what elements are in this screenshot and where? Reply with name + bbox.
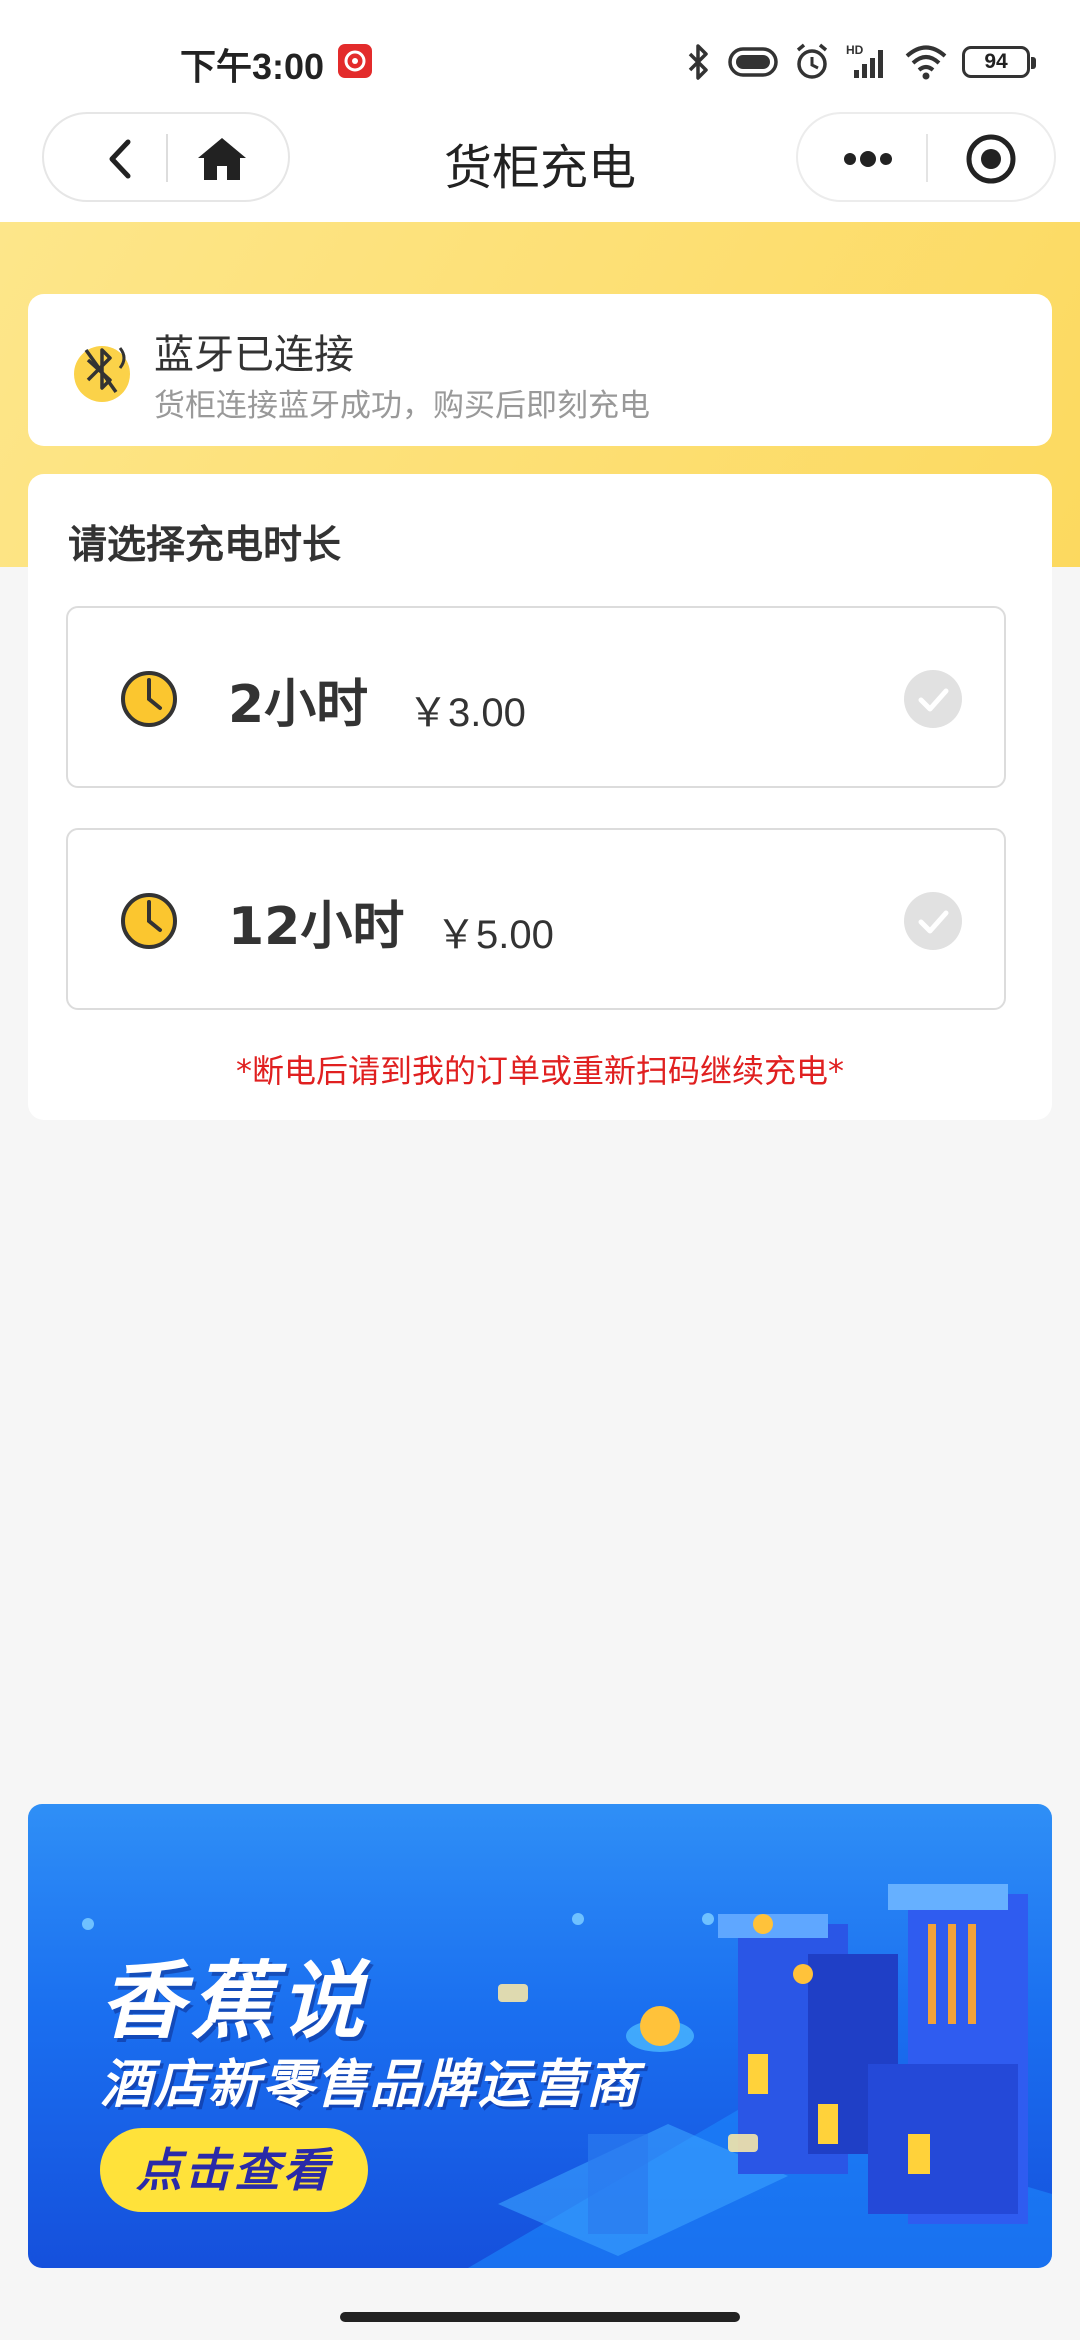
toggle-icon bbox=[728, 47, 778, 77]
more-button[interactable] bbox=[828, 134, 908, 184]
target-icon bbox=[966, 134, 1016, 184]
status-bar: 下午3:00 HD 94 bbox=[0, 0, 1080, 118]
check-icon bbox=[904, 670, 962, 728]
bluetooth-icon bbox=[688, 44, 708, 80]
duration-option-2h[interactable]: 2小时 ￥3.00 bbox=[66, 606, 1006, 788]
check-icon bbox=[904, 892, 962, 950]
option-price: ￥5.00 bbox=[436, 913, 554, 957]
option-price: ￥3.00 bbox=[408, 691, 526, 735]
status-icons: HD 94 bbox=[684, 40, 1036, 84]
wifi-icon bbox=[905, 45, 947, 80]
charge-duration-card: 请选择充电时长 2小时 ￥3.00 12小时 ￥5.00 *断电后请到我的订单或… bbox=[28, 474, 1052, 1120]
clock-icon bbox=[118, 890, 180, 952]
duration-option-12h[interactable]: 12小时 ￥5.00 bbox=[66, 828, 1006, 1010]
signal-hd-icon: HD bbox=[846, 43, 883, 78]
clock-icon bbox=[118, 668, 180, 730]
bluetooth-status-subtitle: 货柜连接蓝牙成功，购买后即刻充电 bbox=[154, 388, 650, 424]
section-title: 请选择充电时长 bbox=[68, 523, 342, 568]
svg-text:HD: HD bbox=[846, 43, 864, 57]
banner-slogan: 酒店新零售品牌运营商 bbox=[100, 2055, 641, 2115]
capsule-divider bbox=[926, 134, 928, 182]
bluetooth-status-title: 蓝牙已连接 bbox=[154, 332, 354, 378]
bluetooth-icon bbox=[70, 330, 162, 410]
banner-brand: 香蕉说 bbox=[100, 1952, 371, 2050]
home-indicator bbox=[340, 2312, 740, 2322]
option-duration: 2小时 bbox=[228, 675, 369, 735]
more-dots-icon bbox=[844, 151, 892, 167]
nav-capsule-right bbox=[796, 112, 1056, 202]
alarm-icon bbox=[796, 43, 828, 79]
status-time: 下午3:00 bbox=[180, 46, 325, 87]
bluetooth-status-card: 蓝牙已连接 货柜连接蓝牙成功，购买后即刻充电 bbox=[28, 294, 1052, 446]
close-miniprogram-button[interactable] bbox=[964, 132, 1018, 186]
battery-indicator: 94 bbox=[962, 46, 1036, 78]
banner-cta-button[interactable]: 点击查看 bbox=[100, 2128, 368, 2212]
ad-banner[interactable]: 香蕉说 酒店新零售品牌运营商 点击查看 bbox=[28, 1804, 1052, 2268]
option-duration: 12小时 bbox=[228, 897, 405, 957]
charge-notice: *断电后请到我的订单或重新扫码继续充电* bbox=[235, 1052, 844, 1090]
netease-music-icon bbox=[338, 44, 372, 78]
